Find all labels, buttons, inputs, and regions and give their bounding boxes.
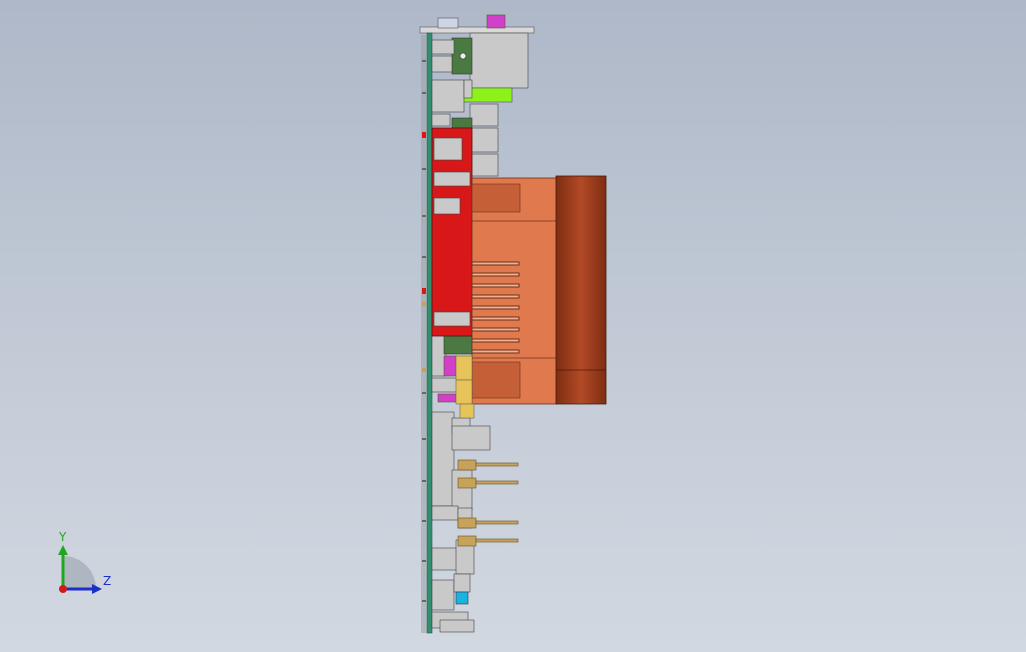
z-arrow-head xyxy=(92,584,102,594)
axis-triad xyxy=(58,545,102,594)
cad-viewport[interactable]: Y Z xyxy=(0,0,1026,652)
triad-quadrant xyxy=(63,556,96,589)
origin-dot xyxy=(59,585,67,593)
y-axis-label: Y xyxy=(59,530,67,544)
z-axis-label: Z xyxy=(103,574,112,588)
y-arrow-head xyxy=(58,545,68,555)
